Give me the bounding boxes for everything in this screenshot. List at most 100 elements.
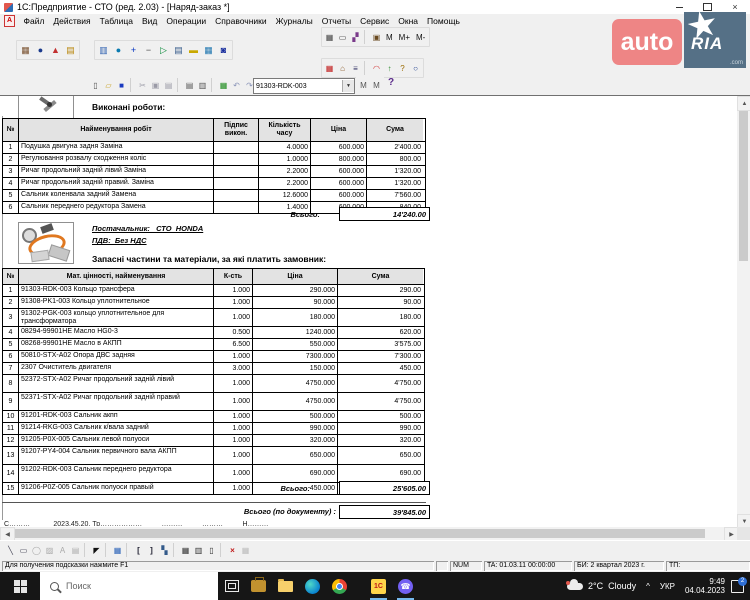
- magnifier-icon[interactable]: ○: [409, 62, 422, 75]
- language-indicator[interactable]: УКР: [660, 582, 675, 591]
- menu-item-справочники[interactable]: Справочники: [211, 16, 272, 26]
- table-cell: 650.00: [338, 447, 423, 464]
- cut-icon[interactable]: ✂: [136, 79, 149, 92]
- table-cell: 2.2000: [259, 178, 311, 189]
- coin-icon[interactable]: ?: [396, 62, 409, 75]
- status-bar: Для получения подсказки нажмите F1 NUMTA…: [0, 559, 750, 572]
- menu-item-помощь[interactable]: Помощь: [423, 16, 465, 26]
- find-doc-icon[interactable]: ▤: [171, 43, 186, 58]
- sheet-icon[interactable]: ▬: [186, 43, 201, 58]
- diagram-tool-icon[interactable]: ▤: [69, 544, 82, 557]
- help-button[interactable]: ?: [388, 77, 394, 88]
- window-icon[interactable]: ▭: [336, 31, 349, 44]
- table-header-icon[interactable]: ▥: [192, 544, 205, 557]
- menu-item-операции[interactable]: Операции: [162, 16, 211, 26]
- horizontal-scroll-thumb[interactable]: [15, 529, 705, 538]
- search-combobox[interactable]: 91303-RDK-003 ▼: [253, 78, 355, 94]
- start-button[interactable]: [0, 572, 40, 600]
- chevron-down-icon[interactable]: ▼: [342, 80, 354, 92]
- table-cell: 990.00: [338, 423, 423, 434]
- task-view-button[interactable]: [218, 572, 245, 600]
- memory-button-М[interactable]: М: [383, 33, 396, 42]
- report-icon[interactable]: ▦: [18, 43, 33, 58]
- copy-icon[interactable]: ▣: [149, 79, 162, 92]
- add-icon[interactable]: +: [126, 43, 141, 58]
- vertical-scroll-thumb[interactable]: [739, 111, 748, 261]
- find-prev-icon[interactable]: М: [370, 79, 383, 92]
- preview-icon[interactable]: ▥: [196, 79, 209, 92]
- taskbar-app-1c[interactable]: 1С: [365, 572, 392, 600]
- taskbar-app-edge[interactable]: [299, 572, 326, 600]
- taskbar-app-chrome[interactable]: [326, 572, 353, 600]
- taskbar-app-briefcase[interactable]: [245, 572, 272, 600]
- table-cell-icon[interactable]: ▯: [205, 544, 218, 557]
- bracket-open-icon[interactable]: [: [132, 544, 145, 557]
- table-cell: 91205-P0X-005 Сальник левой полуоси: [19, 435, 214, 446]
- taskbar-app-explorer[interactable]: [272, 572, 299, 600]
- new-doc-icon[interactable]: ▯: [89, 79, 102, 92]
- taskbar-search-input[interactable]: Поиск: [40, 572, 218, 600]
- list-icon[interactable]: ≡: [349, 62, 362, 75]
- picture-tool-icon[interactable]: ▨: [43, 544, 56, 557]
- doc-arrow-icon[interactable]: ▷: [156, 43, 171, 58]
- table-cell: 800.000: [311, 154, 367, 165]
- catalog-icon[interactable]: ▤: [63, 43, 78, 58]
- menu-item-вид[interactable]: Вид: [137, 16, 161, 26]
- user-window-icon[interactable]: ▞: [349, 31, 362, 44]
- menu-item-сервис[interactable]: Сервис: [356, 16, 394, 26]
- scroll-up-button[interactable]: ▲: [737, 96, 750, 111]
- print-icon[interactable]: ▤: [183, 79, 196, 92]
- table-cell: 91214-RKG-003 Сальник к/вала задний: [19, 423, 214, 434]
- globe-icon[interactable]: ●: [33, 43, 48, 58]
- format-table-icon[interactable]: ▦: [239, 544, 252, 557]
- tile-windows-icon[interactable]: ▦: [323, 31, 336, 44]
- book-icon[interactable]: ▣: [370, 31, 383, 44]
- table-icon[interactable]: ▦: [179, 544, 192, 557]
- tray-chevron[interactable]: ^: [646, 582, 650, 591]
- menu-item-журналы[interactable]: Журналы: [271, 16, 317, 26]
- grid-tool-icon[interactable]: ▦: [111, 544, 124, 557]
- save-icon[interactable]: ■: [115, 79, 128, 92]
- memory-button-М+[interactable]: М+: [396, 33, 413, 42]
- journal-icon[interactable]: ▥: [96, 43, 111, 58]
- taskbar-app-viber[interactable]: ☎: [392, 572, 419, 600]
- delete-table-icon[interactable]: ×: [226, 544, 239, 557]
- taskbar-clock[interactable]: 9:49 04.04.2023: [685, 577, 725, 595]
- undo-icon[interactable]: ↶: [230, 79, 243, 92]
- document-menu-icon[interactable]: A: [4, 15, 15, 27]
- table-blue-icon[interactable]: ▦: [201, 43, 216, 58]
- menu-item-действия[interactable]: Действия: [49, 16, 95, 26]
- rect-tool-icon[interactable]: ▭: [17, 544, 30, 557]
- find-next-icon[interactable]: М: [357, 79, 370, 92]
- notification-center-button[interactable]: 2: [731, 580, 744, 593]
- remove-icon[interactable]: −: [141, 43, 156, 58]
- menu-item-отчеты[interactable]: Отчеты: [317, 16, 355, 26]
- cursor-tool-icon[interactable]: ◤: [90, 544, 103, 557]
- calculator-icon[interactable]: ▦: [323, 62, 336, 75]
- tip-icon[interactable]: ↑: [383, 62, 396, 75]
- memory-button-М-[interactable]: М-: [413, 33, 428, 42]
- open-folder-icon[interactable]: ▱: [102, 79, 115, 92]
- line-tool-icon[interactable]: ╲: [4, 544, 17, 557]
- weather-desc[interactable]: Cloudy: [608, 581, 636, 591]
- weather-cloud-icon[interactable]: [567, 583, 583, 590]
- menu-item-файл[interactable]: Файл: [19, 16, 49, 26]
- sphere-icon[interactable]: ●: [111, 43, 126, 58]
- menu-item-таблица[interactable]: Таблица: [95, 16, 137, 26]
- table-cell: 600.000: [311, 142, 367, 153]
- weather-temp[interactable]: 2°C: [588, 581, 603, 591]
- rainbow-icon[interactable]: ◠: [370, 62, 383, 75]
- chart-icon[interactable]: ▲: [48, 43, 63, 58]
- section-icon[interactable]: ▚: [158, 544, 171, 557]
- table-cell: 2307 Очиститель двигателя: [19, 363, 214, 374]
- table-cell: 2: [3, 154, 19, 165]
- home-icon[interactable]: ⌂: [336, 62, 349, 75]
- green-table-icon[interactable]: ▦: [217, 79, 230, 92]
- search-combobox-value: 91303-RDK-003: [254, 83, 342, 90]
- exit-icon[interactable]: ◙: [216, 43, 231, 58]
- menu-item-окна[interactable]: Окна: [394, 16, 423, 26]
- text-tool-icon[interactable]: A: [56, 544, 69, 557]
- ellipse-tool-icon[interactable]: ◯: [30, 544, 43, 557]
- paste-icon[interactable]: ▤: [162, 79, 175, 92]
- bracket-close-icon[interactable]: ]: [145, 544, 158, 557]
